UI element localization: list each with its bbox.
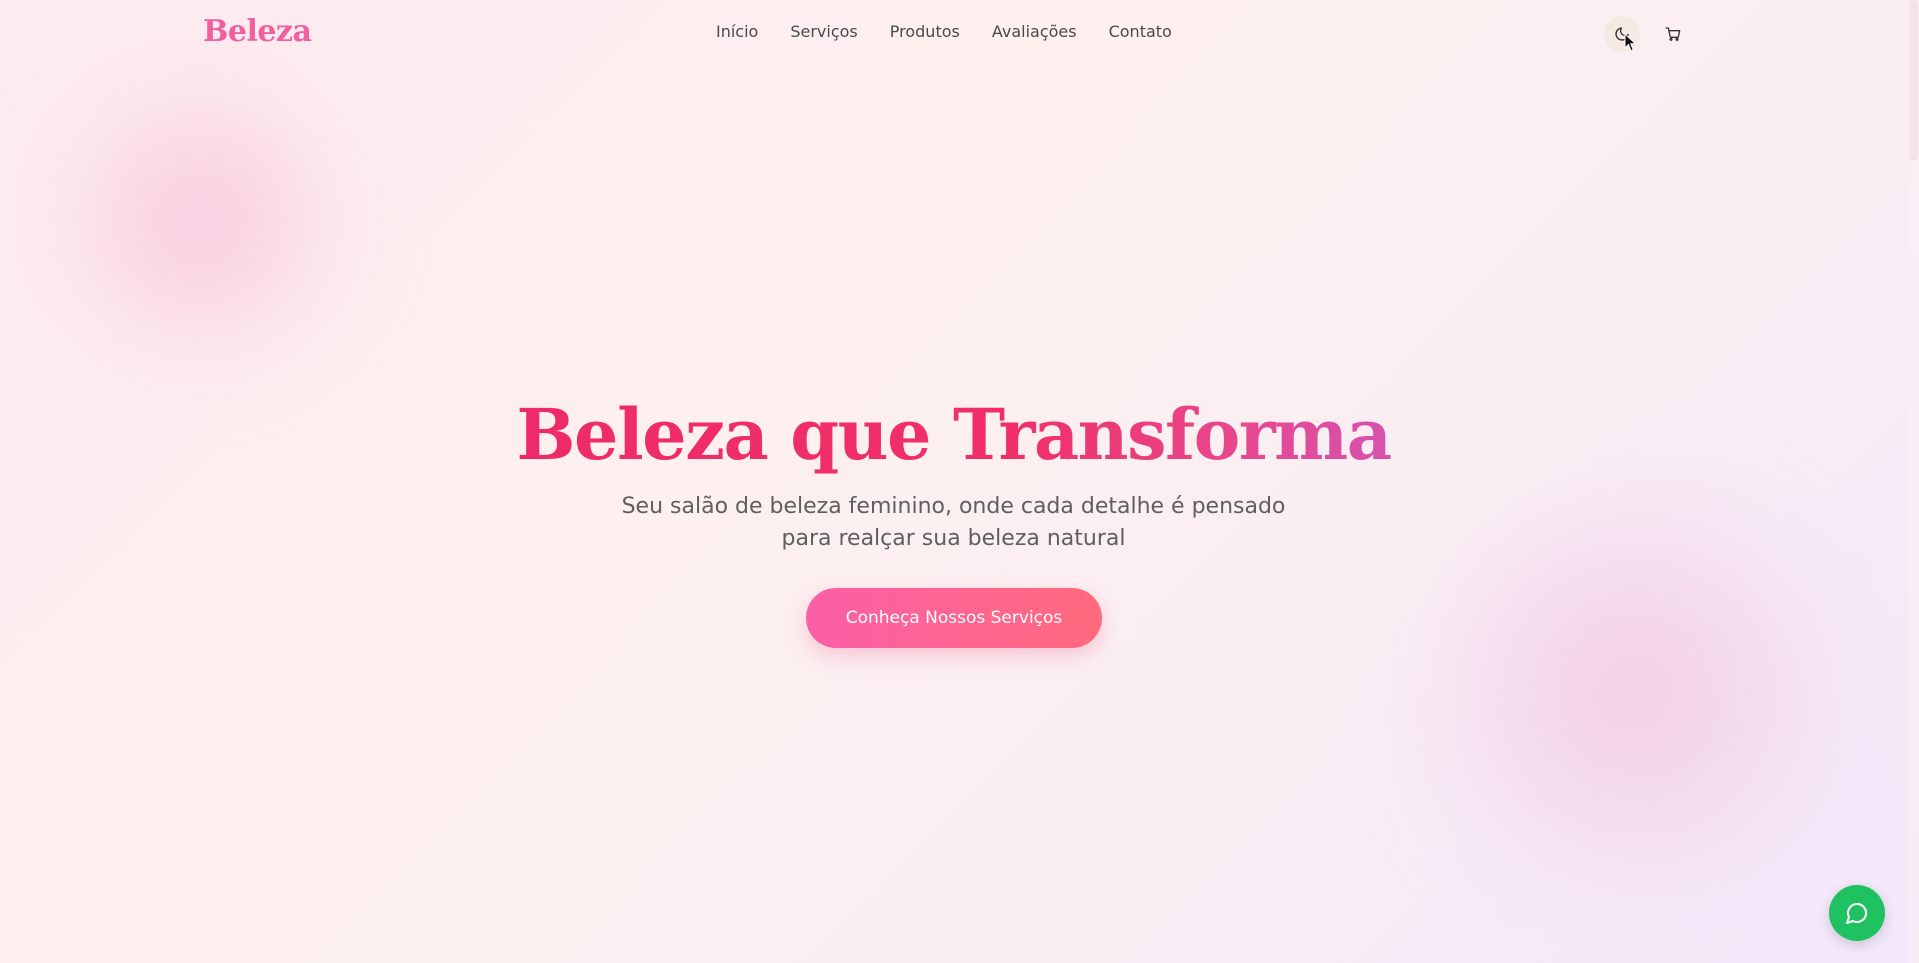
nav-link-avaliacoes[interactable]: Avaliações (992, 22, 1077, 41)
main-nav: Início Serviços Produtos Avaliações Cont… (716, 22, 1172, 41)
scrollbar-thumb[interactable] (1909, 0, 1918, 160)
nav-link-inicio[interactable]: Início (716, 22, 758, 41)
whatsapp-chat-icon (1846, 903, 1867, 924)
hero-subtitle: Seu salão de beleza feminino, onde cada … (621, 494, 1286, 551)
whatsapp-chat-button[interactable] (1829, 885, 1885, 941)
cart-icon (1665, 27, 1681, 41)
nav-link-servicos[interactable]: Serviços (790, 22, 857, 41)
nav-link-produtos[interactable]: Produtos (890, 22, 960, 41)
nav-link-contato[interactable]: Contato (1109, 22, 1172, 41)
logo[interactable]: Beleza (203, 14, 312, 49)
cart-button[interactable] (1657, 18, 1689, 50)
hero-title: Beleza que Transforma (400, 390, 1507, 480)
hero-section: Beleza que Transforma Seu salão de belez… (0, 0, 1907, 963)
services-cta-button[interactable]: Conheça Nossos Serviços (806, 588, 1102, 648)
mouse-cursor-icon (1624, 33, 1637, 52)
page-scrollbar[interactable] (1907, 0, 1919, 963)
page: Beleza que Transforma Seu salão de belez… (0, 0, 1919, 963)
